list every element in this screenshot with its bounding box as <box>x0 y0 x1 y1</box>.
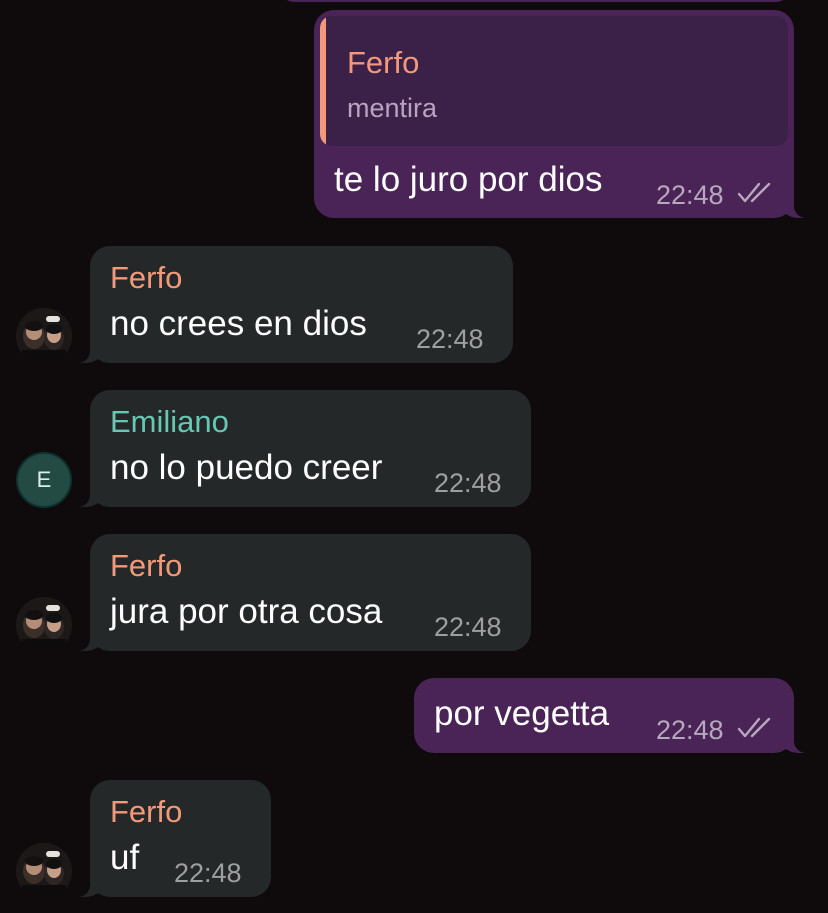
profile-photo-icon <box>16 308 72 364</box>
message-text: jura por otra cosa <box>110 592 383 631</box>
bubble-tail <box>78 629 106 651</box>
double-check-icon <box>737 182 771 203</box>
message-time: 22:48 <box>416 324 484 354</box>
incoming-message-bubble[interactable]: Ferfo no crees en dios 22:48 <box>78 246 513 363</box>
profile-photo-icon <box>16 597 72 653</box>
incoming-message-bubble[interactable]: Ferfo jura por otra cosa 22:48 <box>78 534 531 651</box>
avatar[interactable] <box>16 308 72 364</box>
incoming-message-bubble[interactable]: Emiliano no lo puedo creer 22:48 <box>78 390 531 507</box>
outgoing-message-bubble[interactable]: por vegetta 22:48 <box>414 678 806 753</box>
double-check-icon <box>737 717 771 738</box>
message-time: 22:48 <box>656 715 724 745</box>
reply-quote[interactable]: Ferfo mentira <box>320 16 788 146</box>
sender-name: Emiliano <box>110 404 229 439</box>
profile-photo-icon <box>16 843 72 899</box>
avatar[interactable]: E <box>16 452 72 508</box>
bubble-tail <box>78 875 106 897</box>
avatar[interactable] <box>16 843 72 899</box>
message-text: no crees en dios <box>110 304 367 343</box>
sender-name: Ferfo <box>110 260 183 295</box>
message-text: por vegetta <box>434 694 610 733</box>
previous-message-bubble <box>280 0 790 2</box>
sender-name: Ferfo <box>110 794 183 829</box>
reply-sender-name: Ferfo <box>347 45 420 80</box>
reply-accent-bar <box>320 16 326 146</box>
bubble-tail <box>778 196 806 218</box>
bubble-tail <box>778 731 806 753</box>
bubble-tail <box>78 341 106 363</box>
sender-name: Ferfo <box>110 548 183 583</box>
avatar[interactable] <box>16 597 72 653</box>
message-text: no lo puedo creer <box>110 448 383 487</box>
message-text: uf <box>110 838 140 877</box>
bubble-tail <box>78 485 106 507</box>
message-time: 22:48 <box>174 858 242 888</box>
message-text: te lo juro por dios <box>334 160 603 199</box>
message-time: 22:48 <box>434 612 502 642</box>
message-time: 22:48 <box>656 180 724 210</box>
outgoing-message-bubble[interactable]: Ferfo mentira te lo juro por dios 22:48 <box>314 10 806 218</box>
incoming-message-bubble[interactable]: Ferfo uf 22:48 <box>78 780 271 897</box>
reply-message-text: mentira <box>347 93 438 123</box>
message-time: 22:48 <box>434 468 502 498</box>
